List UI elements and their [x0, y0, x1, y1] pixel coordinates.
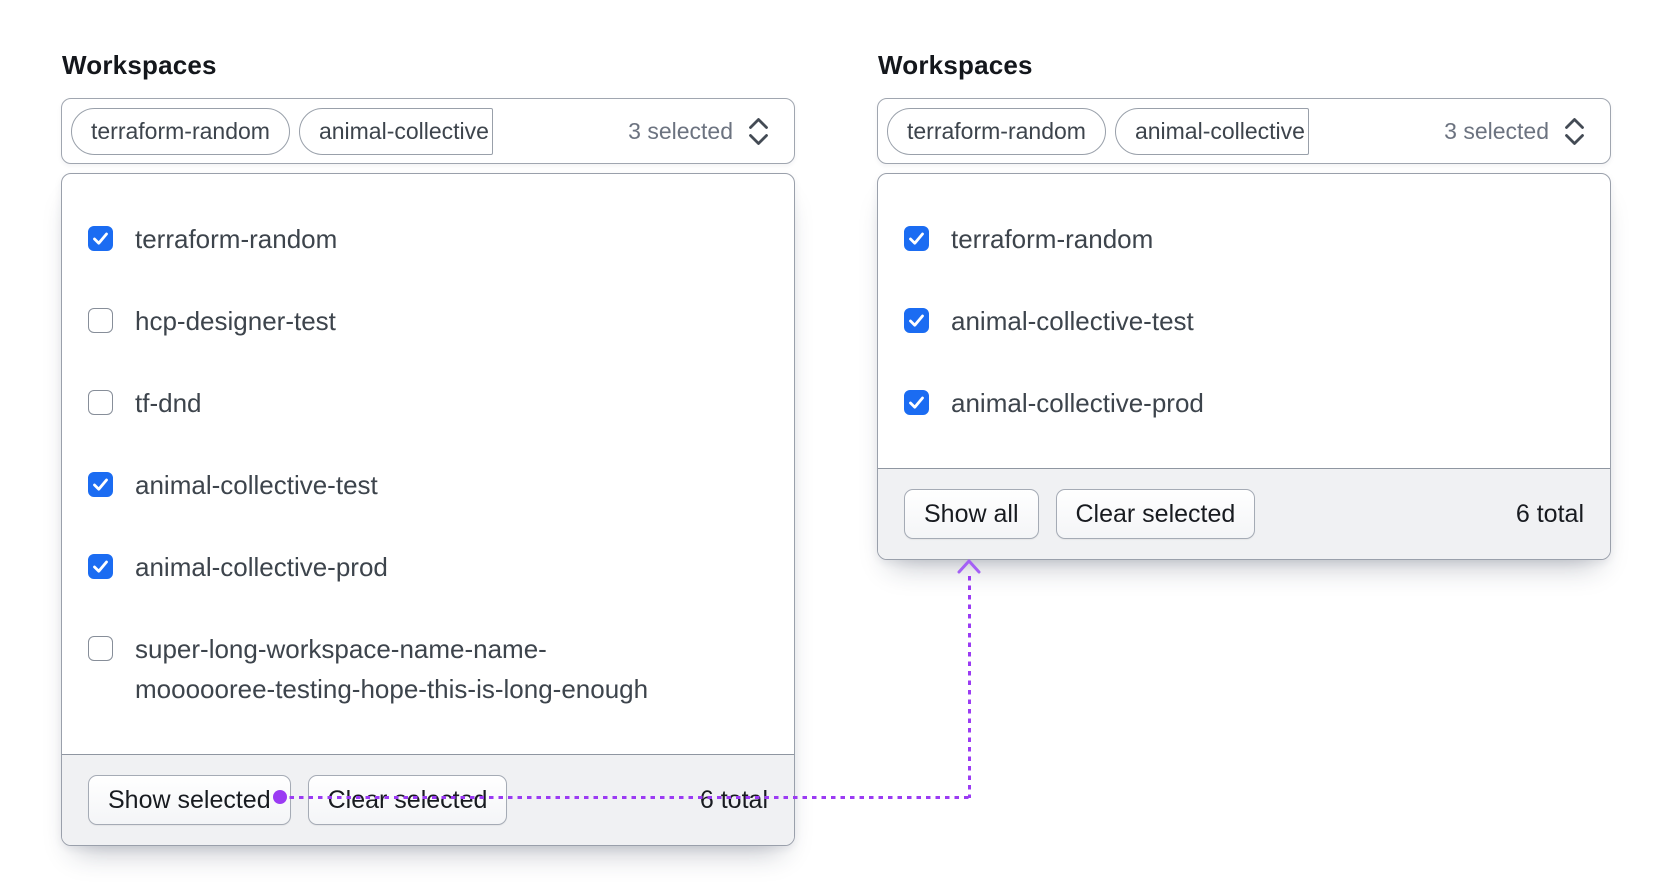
workspace-option-label: terraform-random: [951, 224, 1154, 254]
panel-title: Workspaces: [878, 50, 1033, 80]
checkbox-checked[interactable]: [88, 226, 113, 251]
workspace-option-row[interactable]: tf-dnd: [88, 362, 768, 444]
show-selected-button[interactable]: Show selected: [88, 775, 291, 825]
workspace-option-label: hcp-designer-test: [135, 306, 336, 336]
checkbox-checked[interactable]: [904, 308, 929, 333]
checkbox-checked[interactable]: [904, 226, 929, 251]
selected-count-label: 3 selected: [1444, 117, 1549, 144]
workspace-option-row[interactable]: terraform-random: [88, 198, 768, 280]
dropdown-footer: Show all Clear selected 6 total: [878, 468, 1610, 559]
up-down-chevron-icon[interactable]: [1561, 115, 1588, 148]
workspace-option-label: animal-collective-test: [951, 306, 1194, 336]
workspace-option-row[interactable]: animal-collective-test: [88, 444, 768, 526]
workspace-option-list: terraform-random animal-collective-test an…: [878, 174, 1610, 468]
selected-pill-animal-collective-truncated[interactable]: animal-collective: [298, 107, 493, 155]
selected-pill-terraform-random[interactable]: terraform-random: [887, 107, 1106, 155]
workspaces-panel-left: Workspaces terraform-random animal-colle…: [61, 52, 795, 846]
workspace-option-row[interactable]: hcp-designer-test: [88, 280, 768, 362]
clear-selected-button[interactable]: Clear selected: [307, 775, 508, 825]
annotation-arrow-vertical-line: [968, 576, 971, 798]
workspace-option-row[interactable]: animal-collective-prod: [88, 526, 768, 608]
checkbox-unchecked[interactable]: [88, 636, 113, 661]
total-count-label: 6 total: [1515, 499, 1584, 528]
checkbox-checked[interactable]: [88, 472, 113, 497]
workspace-option-row[interactable]: animal-collective-prod: [904, 362, 1584, 444]
checkbox-unchecked[interactable]: [88, 308, 113, 333]
checkbox-checked[interactable]: [904, 390, 929, 415]
workspace-option-label: animal-collective-prod: [135, 552, 388, 582]
workspaces-dropdown: terraform-random hcp-designer-test tf-dnd a…: [61, 173, 795, 846]
checkbox-checked[interactable]: [88, 554, 113, 579]
selected-pill-terraform-random[interactable]: terraform-random: [71, 107, 290, 155]
clear-selected-button[interactable]: Clear selected: [1055, 489, 1256, 539]
dropdown-footer: Show selected Clear selected 6 total: [62, 754, 794, 845]
workspace-option-list: terraform-random hcp-designer-test tf-dnd a…: [62, 174, 794, 754]
workspace-option-label: tf-dnd: [135, 388, 202, 418]
show-all-button[interactable]: Show all: [904, 489, 1039, 539]
workspace-option-row[interactable]: animal-collective-test: [904, 280, 1584, 362]
workspace-option-row[interactable]: super-long-workspace-name-name- mooooore…: [88, 608, 768, 730]
workspaces-multiselect[interactable]: terraform-random animal-collective 3 sel…: [61, 98, 795, 164]
workspace-option-label: animal-collective-test: [135, 470, 378, 500]
workspaces-multiselect[interactable]: terraform-random animal-collective 3 sel…: [877, 98, 1611, 164]
selected-pill-animal-collective-truncated[interactable]: animal-collective: [1114, 107, 1309, 155]
total-count-label: 6 total: [699, 785, 768, 814]
workspace-option-label: terraform-random: [135, 224, 338, 254]
panel-title: Workspaces: [62, 50, 217, 80]
up-down-chevron-icon[interactable]: [745, 115, 772, 148]
selected-count-label: 3 selected: [628, 117, 733, 144]
workspaces-panel-right: Workspaces terraform-random animal-colle…: [877, 52, 1611, 560]
workspaces-dropdown: terraform-random animal-collective-test an…: [877, 173, 1611, 560]
annotation-arrowhead-icon: [955, 557, 983, 581]
workspace-option-row[interactable]: terraform-random: [904, 198, 1584, 280]
workspace-option-label: super-long-workspace-name-name- mooooore…: [135, 634, 649, 704]
canvas: { "colors": { "checkbox_blue": "#1b6cf2"…: [0, 0, 1672, 892]
checkbox-unchecked[interactable]: [88, 390, 113, 415]
workspace-option-label: animal-collective-prod: [951, 388, 1204, 418]
